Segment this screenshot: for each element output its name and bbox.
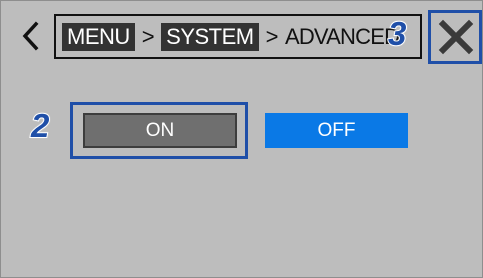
- on-button[interactable]: ON: [83, 113, 237, 148]
- close-x-icon[interactable]: [438, 19, 474, 55]
- breadcrumb-item-advanced: ADVANCED: [284, 23, 400, 49]
- device-screen: MENU > SYSTEM > ADVANCED 3 ON 2 OFF: [0, 0, 483, 278]
- breadcrumb-item-menu[interactable]: MENU: [62, 22, 135, 51]
- callout-number-3: 3: [387, 14, 407, 53]
- breadcrumb: MENU > SYSTEM > ADVANCED: [54, 14, 422, 59]
- breadcrumb-item-system[interactable]: SYSTEM: [161, 22, 259, 51]
- breadcrumb-separator: >: [141, 23, 155, 49]
- breadcrumb-separator: >: [265, 23, 279, 49]
- callout-number-2: 2: [30, 106, 50, 145]
- off-button[interactable]: OFF: [265, 113, 408, 148]
- chevron-left-icon[interactable]: [21, 21, 39, 51]
